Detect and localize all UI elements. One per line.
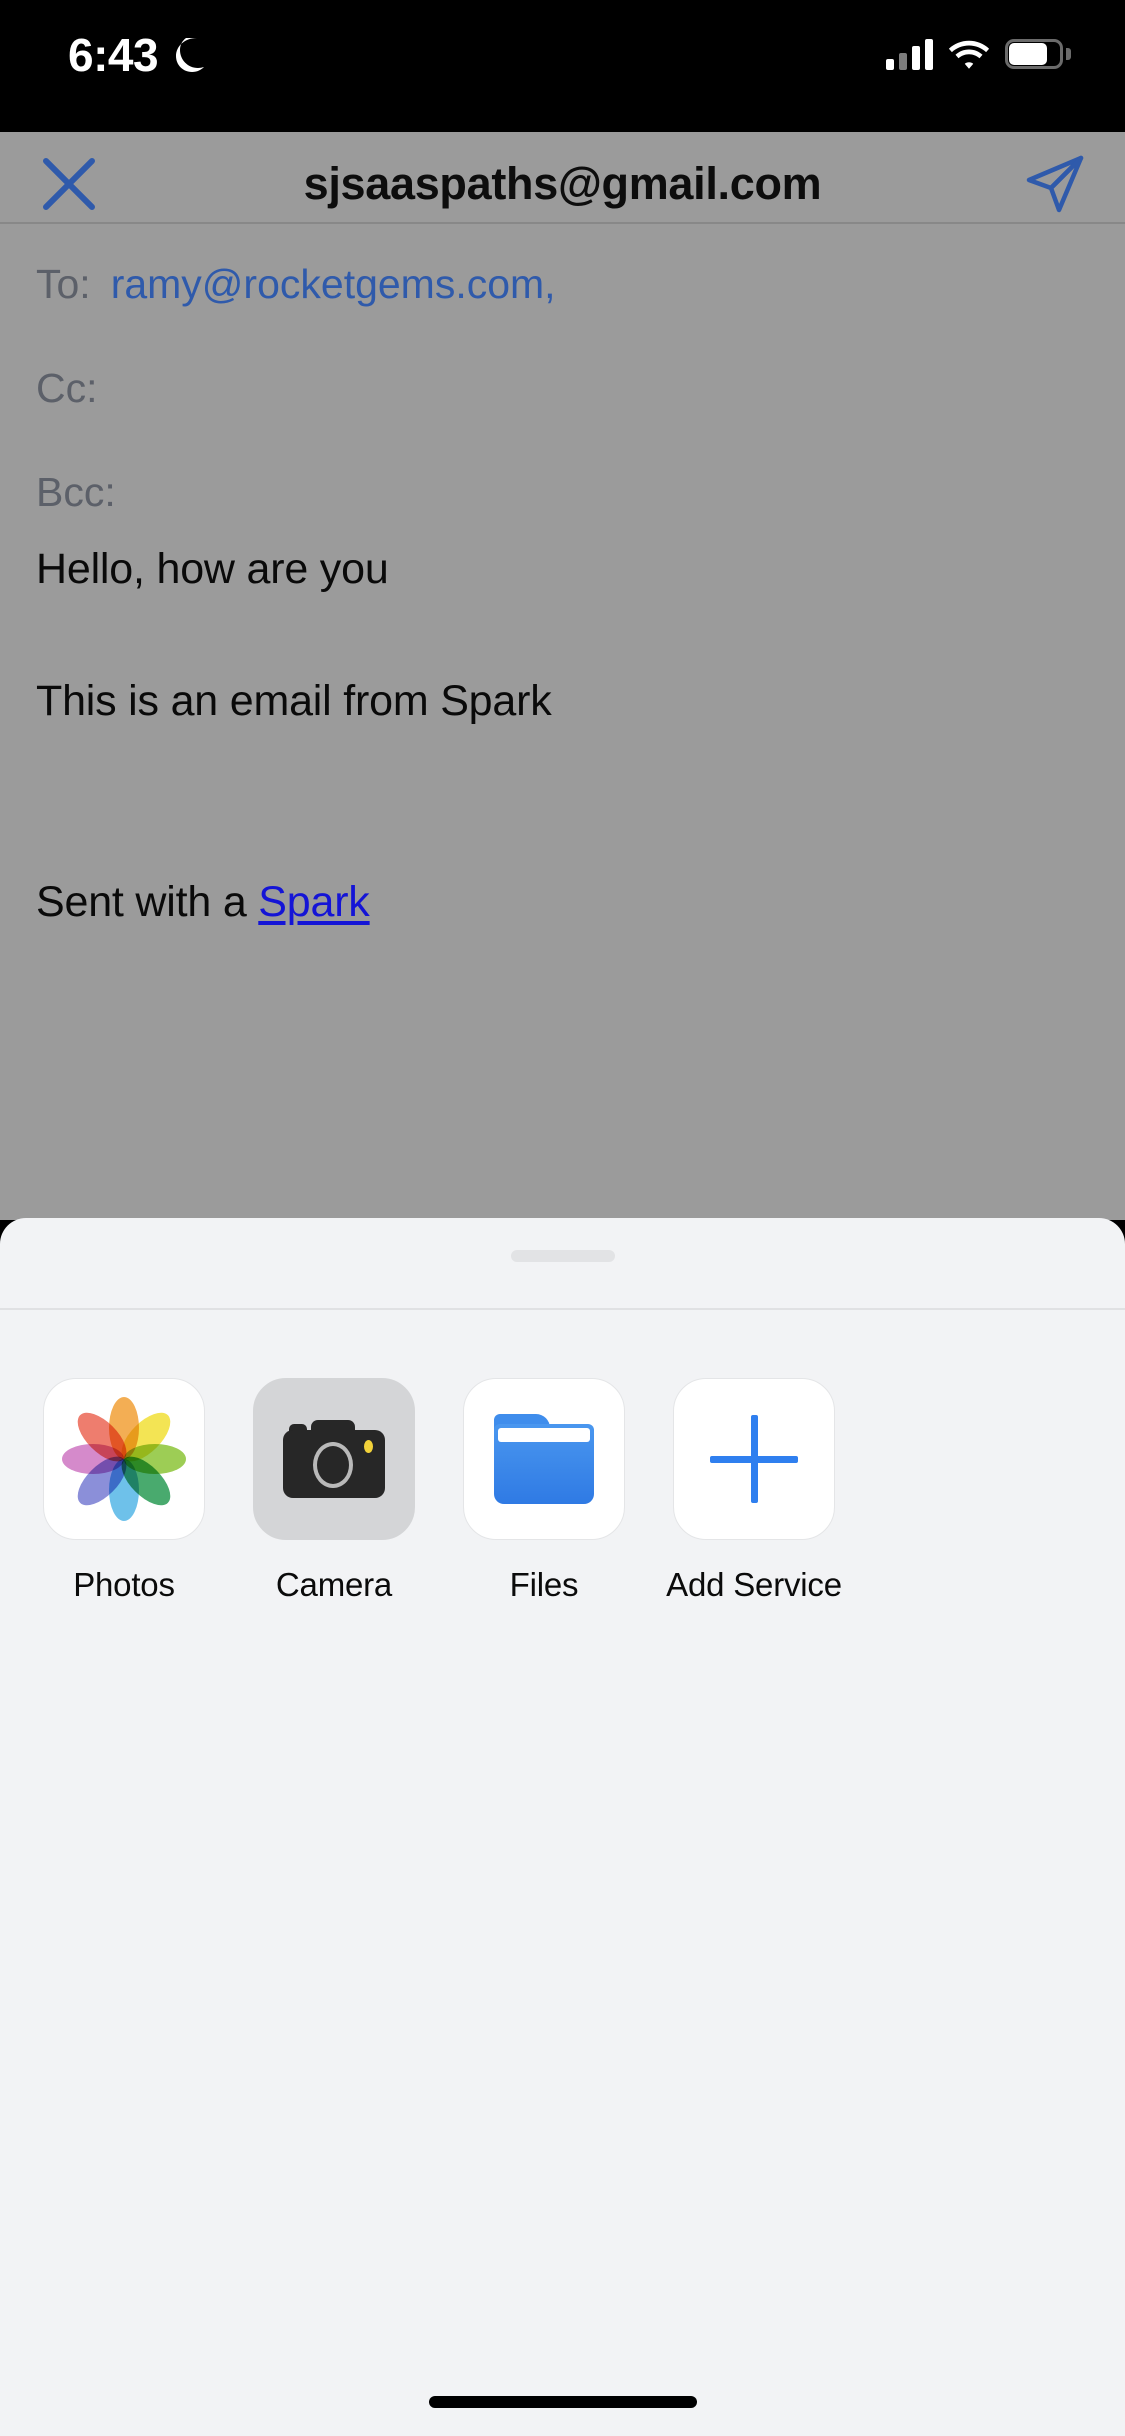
files-tile[interactable]: [463, 1378, 625, 1540]
camera-tile[interactable]: [253, 1378, 415, 1540]
files-label: Files: [509, 1566, 579, 1603]
photos-tile[interactable]: [43, 1378, 205, 1540]
field-row-bcc[interactable]: Bcc:: [0, 440, 1125, 544]
photos-label: Photos: [73, 1566, 175, 1603]
field-row-cc[interactable]: Cc:: [0, 336, 1125, 440]
field-row-to[interactable]: To: ramy@rocketgems.com,: [0, 232, 1125, 336]
plus-icon: [710, 1415, 798, 1503]
add-service-tile[interactable]: [673, 1378, 835, 1540]
attachment-sheet-divider: [0, 1308, 1125, 1310]
moon-icon: [172, 37, 206, 73]
attachment-sheet-grabber[interactable]: [510, 1250, 615, 1262]
send-button[interactable]: [1013, 144, 1097, 224]
camera-icon: [283, 1420, 385, 1498]
email-signature: Sent with a Spark: [36, 878, 370, 927]
spark-link[interactable]: Spark: [258, 878, 370, 926]
signature-prefix: Sent with a: [36, 878, 259, 926]
files-icon: [494, 1414, 594, 1504]
status-bar-right: [886, 38, 1071, 70]
photos-icon: [62, 1397, 186, 1521]
to-field-value[interactable]: ramy@rocketgems.com,: [111, 261, 556, 308]
bcc-field-label: Bcc:: [36, 468, 116, 515]
attachment-option-files[interactable]: Files: [463, 1378, 625, 1604]
home-indicator[interactable]: [428, 2396, 697, 2408]
status-time: 6:43: [68, 29, 159, 81]
phone-screen: 6:43 sjsaaspaths@gmail.com To: ramy@rock…: [0, 0, 1125, 2436]
attachment-option-photos[interactable]: Photos: [43, 1378, 205, 1604]
recipient-fields: To: ramy@rocketgems.com, Cc: Bcc:: [0, 232, 1125, 544]
status-bar-left: 6:43: [68, 32, 206, 78]
attachment-options-row: Photos Camera Files Add Service: [0, 1378, 1125, 1604]
send-icon: [1026, 155, 1084, 213]
attachment-option-camera[interactable]: Camera: [253, 1378, 415, 1604]
battery-icon: [1005, 39, 1071, 69]
attachment-option-add-service[interactable]: Add Service: [666, 1378, 842, 1604]
email-body[interactable]: Hello, how are you This is an email from…: [0, 544, 1125, 926]
status-bar: 6:43: [0, 0, 1125, 132]
add-service-label: Add Service: [666, 1566, 842, 1603]
cellular-signal-icon: [886, 38, 933, 70]
wifi-icon: [948, 40, 990, 69]
email-subject[interactable]: Hello, how are you: [36, 544, 1089, 596]
compose-email-sheet: sjsaaspaths@gmail.com To: ramy@rocketgem…: [0, 102, 1125, 1220]
camera-label: Camera: [275, 1566, 393, 1603]
compose-title: sjsaaspaths@gmail.com: [303, 158, 822, 209]
email-paragraph[interactable]: This is an email from Spark: [36, 676, 1089, 728]
cc-field-label: Cc:: [36, 364, 98, 411]
header-divider: [0, 222, 1125, 224]
attachment-picker-sheet: Photos Camera Files Add Service: [0, 1218, 1125, 2436]
to-field-label: To:: [36, 260, 91, 307]
